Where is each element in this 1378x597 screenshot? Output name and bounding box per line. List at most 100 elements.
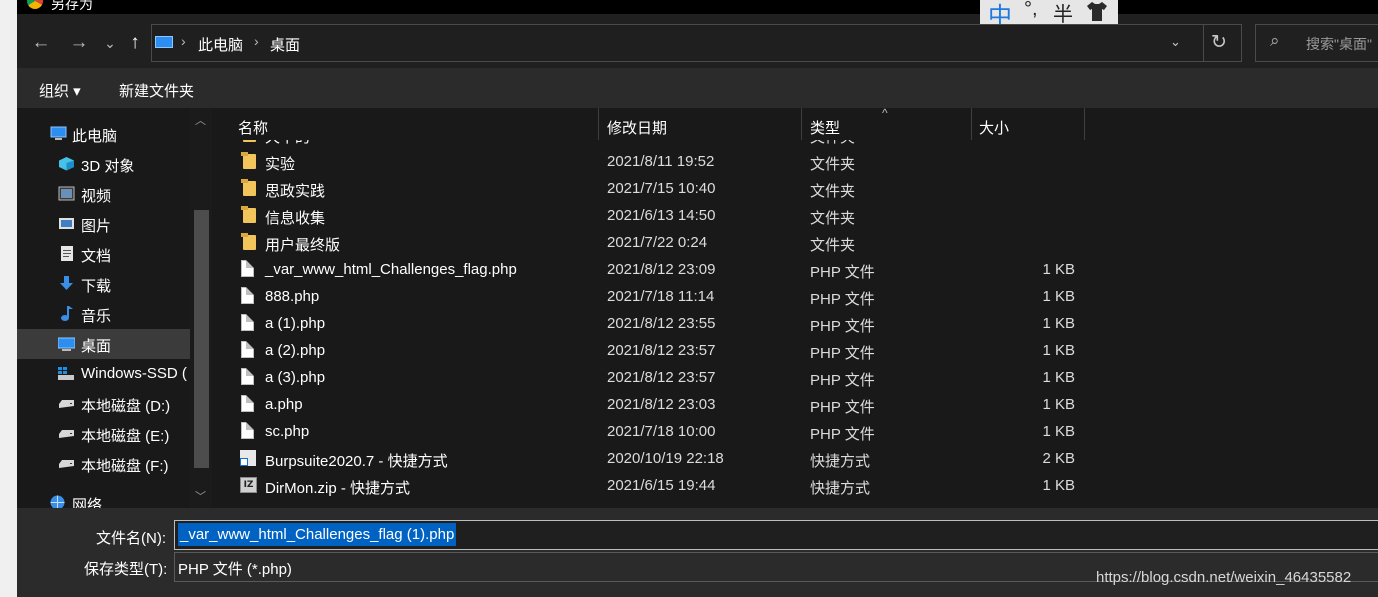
nav-scrollbar-thumb[interactable]	[194, 210, 209, 468]
file-size: 1 KB	[1042, 315, 1075, 332]
search-placeholder: 搜索"桌面"	[1306, 36, 1372, 52]
file-row[interactable]: sc.php 2021/7/18 10:00 PHP 文件 1 KB	[212, 418, 1378, 445]
file-date: 2021/8/11 19:52	[607, 153, 715, 170]
video-icon	[58, 186, 75, 201]
nav-item-pictures[interactable]: 图片	[17, 209, 190, 239]
file-row[interactable]: 思政实践 2021/7/15 10:40 文件夹	[212, 175, 1378, 202]
file-row[interactable]: IZ DirMon.zip - 快捷方式 2021/6/15 19:44 快捷方式 1 …	[212, 472, 1378, 499]
nav-item-3d-objects[interactable]: 3D 对象	[17, 149, 190, 179]
file-size: 1 KB	[1042, 342, 1075, 359]
file-name: Burpsuite2020.7 - 快捷方式	[265, 453, 448, 470]
address-dropdown-icon[interactable]: ⌄	[1170, 34, 1181, 50]
file-rows: 天下的2021/8/11 12:48文件夹实验2021/8/11 19:52文件…	[212, 125, 1378, 508]
nav-item-label: 图片	[81, 218, 112, 235]
breadcrumb-this-pc[interactable]: 此电脑	[198, 34, 243, 55]
address-bar[interactable]	[151, 24, 1242, 62]
file-type: 快捷方式	[810, 453, 871, 470]
nav-item-label: Windows-SSD (	[81, 365, 187, 382]
filename-value[interactable]: _var_www_html_Challenges_flag (1).php	[178, 523, 457, 546]
window-edge	[0, 0, 17, 597]
file-icon	[241, 314, 254, 331]
document-icon	[61, 246, 73, 261]
breadcrumb-separator-icon: ›	[254, 33, 259, 49]
file-row[interactable]: _var_www_html_Challenges_flag.php 2021/8/…	[212, 256, 1378, 283]
file-row[interactable]: 实验 2021/8/11 19:52 文件夹	[212, 148, 1378, 175]
column-size[interactable]: 大小	[979, 117, 1009, 138]
file-row[interactable]: 信息收集 2021/6/13 14:50 文件夹	[212, 202, 1378, 229]
back-button[interactable]: ←	[28, 30, 54, 56]
computer-icon	[155, 36, 173, 48]
scroll-up-icon[interactable]: ︿	[195, 112, 206, 128]
scroll-down-icon[interactable]: ﹀	[195, 488, 206, 504]
nav-item-windows-ssd[interactable]: Windows-SSD (	[17, 359, 190, 389]
nav-item-label: 网络	[72, 497, 103, 508]
file-size: 1 KB	[1042, 396, 1075, 413]
file-type: PHP 文件	[810, 345, 875, 362]
column-date[interactable]: 修改日期	[607, 117, 667, 138]
music-icon	[61, 306, 73, 321]
column-divider[interactable]	[1084, 108, 1085, 140]
column-divider[interactable]	[598, 108, 599, 140]
nav-item-drive-e[interactable]: 本地磁盘 (E:)	[17, 419, 190, 449]
nav-item-label: 视频	[81, 188, 112, 205]
breadcrumb-separator-icon: ›	[181, 33, 186, 49]
windows-drive-icon	[58, 367, 74, 380]
nav-item-documents[interactable]: 文档	[17, 239, 190, 269]
column-divider[interactable]	[971, 108, 972, 140]
file-date: 2021/8/12 23:09	[607, 261, 716, 278]
ime-chinese-mode[interactable]: 中	[988, 0, 1012, 24]
nav-item-drive-d[interactable]: 本地磁盘 (D:)	[17, 389, 190, 419]
column-divider[interactable]	[801, 108, 802, 140]
shortcut-arrow-icon	[240, 458, 248, 466]
file-row[interactable]: a.php 2021/8/12 23:03 PHP 文件 1 KB	[212, 391, 1378, 418]
recent-locations-button[interactable]: ⌄	[97, 30, 123, 56]
nav-item-downloads[interactable]: 下载	[17, 269, 190, 299]
file-name: DirMon.zip - 快捷方式	[265, 480, 411, 497]
column-type[interactable]: 类型	[810, 117, 840, 138]
nav-item-label: 桌面	[81, 338, 112, 355]
organize-button[interactable]: 组织 ▾	[39, 80, 81, 101]
file-row[interactable]: a (1).php 2021/8/12 23:55 PHP 文件 1 KB	[212, 310, 1378, 337]
file-size: 1 KB	[1042, 477, 1075, 494]
file-row[interactable]: a (3).php 2021/8/12 23:57 PHP 文件 1 KB	[212, 364, 1378, 391]
filetype-value[interactable]: PHP 文件 (*.php)	[178, 558, 292, 579]
file-row[interactable]: 用户最终版 2021/7/22 0:24 文件夹	[212, 229, 1378, 256]
breadcrumb-desktop[interactable]: 桌面	[270, 34, 300, 55]
download-icon	[60, 276, 73, 290]
file-name: 信息收集	[265, 210, 326, 227]
desktop-icon	[58, 337, 75, 351]
ime-skin-icon[interactable]	[1084, 0, 1110, 22]
file-row[interactable]: Burpsuite2020.7 - 快捷方式 2020/10/19 22:18 快捷…	[212, 445, 1378, 472]
nav-item-label: 文档	[81, 248, 112, 265]
column-name[interactable]: 名称	[238, 117, 268, 138]
nav-item-desktop[interactable]: 桌面	[17, 329, 190, 359]
ime-punctuation[interactable]: °,	[1024, 0, 1038, 21]
file-icon	[241, 341, 254, 358]
new-folder-button[interactable]: 新建文件夹	[119, 80, 194, 101]
file-type: PHP 文件	[810, 426, 875, 443]
watermark: https://blog.csdn.net/weixin_46435582	[1096, 569, 1352, 586]
file-date: 2021/8/12 23:57	[607, 342, 716, 359]
ime-toolbar[interactable]: 中 °, 半	[980, 0, 1118, 24]
computer-icon	[50, 126, 67, 140]
file-row[interactable]: a (2).php 2021/8/12 23:57 PHP 文件 1 KB	[212, 337, 1378, 364]
nav-item-network[interactable]: 网络	[17, 488, 190, 508]
cube-icon	[59, 157, 74, 171]
chrome-icon	[27, 0, 43, 9]
refresh-icon[interactable]: ↻	[1211, 31, 1227, 54]
file-name: a.php	[265, 396, 303, 413]
forward-button[interactable]: →	[66, 30, 92, 56]
nav-item-label: 本地磁盘 (E:)	[81, 428, 170, 445]
up-button[interactable]: ↑	[122, 30, 148, 56]
file-row[interactable]: 888.php 2021/7/18 11:14 PHP 文件 1 KB	[212, 283, 1378, 310]
folder-icon	[241, 206, 256, 223]
nav-item-videos[interactable]: 视频	[17, 179, 190, 209]
filename-label: 文件名(N):	[96, 530, 166, 547]
file-size: 1 KB	[1042, 261, 1075, 278]
nav-item-drive-f[interactable]: 本地磁盘 (F:)	[17, 449, 190, 479]
nav-item-music[interactable]: 音乐	[17, 299, 190, 329]
ime-half-width[interactable]: 半	[1053, 0, 1073, 24]
file-icon	[241, 422, 254, 439]
search-icon: ⌕	[1270, 31, 1280, 50]
nav-item-this-pc[interactable]: 此电脑	[17, 119, 190, 149]
